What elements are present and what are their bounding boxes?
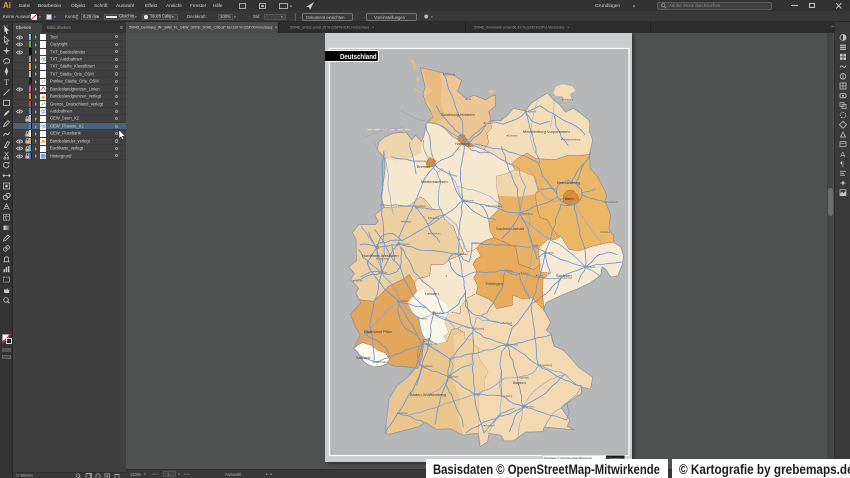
svg-text:Neubrandenburg: Neubrandenburg bbox=[563, 138, 581, 141]
svg-text:Hessen: Hessen bbox=[425, 291, 439, 296]
svg-text:Paderborn: Paderborn bbox=[430, 233, 441, 236]
svg-text:Hamburg: Hamburg bbox=[455, 142, 470, 146]
svg-text:Flensburg: Flensburg bbox=[445, 74, 456, 77]
svg-text:Berlin: Berlin bbox=[565, 197, 574, 201]
svg-text:Stralsund: Stralsund bbox=[563, 99, 573, 102]
svg-text:Schwerin: Schwerin bbox=[508, 135, 518, 138]
svg-text:Würzburg: Würzburg bbox=[474, 327, 485, 330]
svg-text:Nordrhein-Westfalen: Nordrhein-Westfalen bbox=[362, 253, 399, 258]
svg-text:Oldenburg: Oldenburg bbox=[415, 160, 426, 163]
svg-text:Rheinland Pfalz: Rheinland Pfalz bbox=[364, 329, 392, 334]
svg-text:Schleswig-Holstein: Schleswig-Holstein bbox=[441, 112, 475, 117]
svg-text:Kassel: Kassel bbox=[461, 254, 468, 256]
svg-text:Saarland: Saarland bbox=[356, 356, 370, 360]
svg-text:Sachsen Anhalt: Sachsen Anhalt bbox=[496, 226, 525, 231]
svg-text:Brandenburg: Brandenburg bbox=[557, 180, 580, 185]
svg-text:Niedersachsen: Niedersachsen bbox=[421, 179, 448, 184]
svg-text:Baden-Württemberg: Baden-Württemberg bbox=[410, 392, 446, 397]
svg-text:Mainz: Mainz bbox=[421, 318, 428, 320]
svg-text:Bayern: Bayern bbox=[513, 380, 526, 385]
svg-text:Münster: Münster bbox=[403, 221, 412, 224]
svg-text:Sachsen: Sachsen bbox=[556, 273, 572, 278]
svg-text:Mecklenburg Vorpommern: Mecklenburg Vorpommern bbox=[523, 129, 570, 134]
svg-text:Kiel: Kiel bbox=[467, 99, 471, 101]
svg-text:Magdeburg: Magdeburg bbox=[521, 212, 533, 215]
svg-text:Thüringen: Thüringen bbox=[485, 281, 503, 286]
svg-text:¶: ¶ bbox=[840, 160, 844, 169]
svg-text:T: T bbox=[4, 78, 9, 87]
svg-text:Cottbus: Cottbus bbox=[602, 231, 611, 234]
svg-text:Frankfurt/O.: Frankfurt/O. bbox=[606, 201, 619, 204]
svg-text:A: A bbox=[840, 150, 845, 159]
svg-text:Bremen: Bremen bbox=[417, 165, 430, 169]
